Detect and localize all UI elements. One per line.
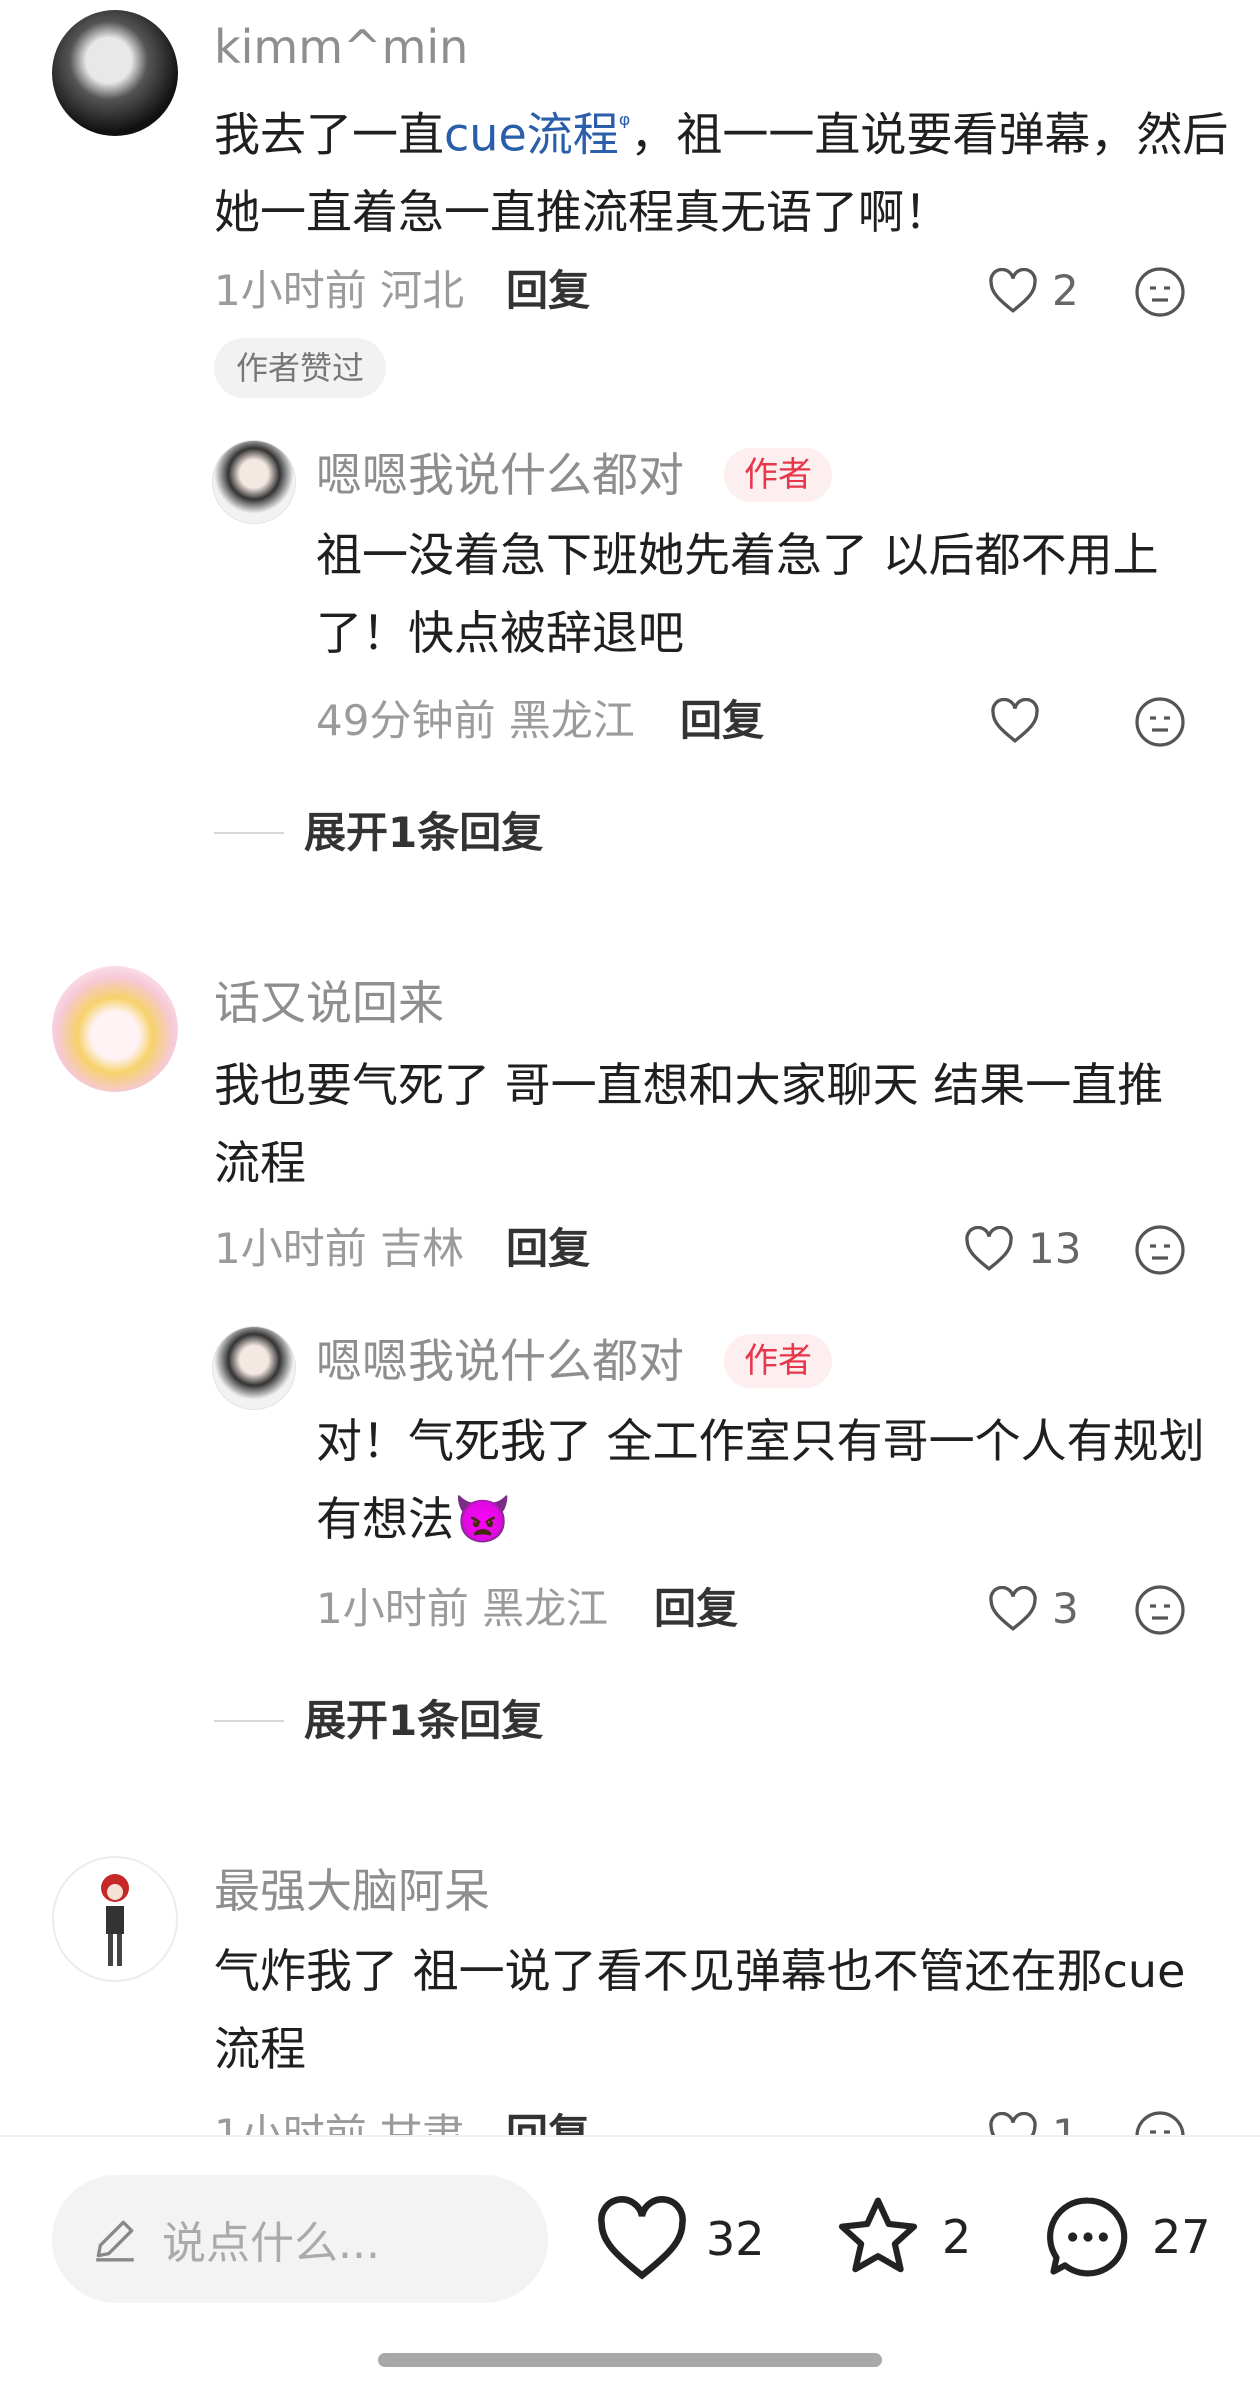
favorite-count: 2: [942, 2210, 972, 2264]
reply-text: 祖一没着急下班她先着急了 以后都不用上了！快点被辞退吧: [316, 528, 1159, 660]
reply-text: 对！气死我了 全工作室只有哥一个人有规划有想法👿: [316, 1414, 1205, 1546]
comment-time-location: 1小时前 河北: [214, 266, 465, 315]
like-post-button[interactable]: 32: [596, 2195, 765, 2283]
avatar[interactable]: [52, 10, 178, 136]
divider: [214, 832, 284, 834]
like-count: 3: [1052, 1584, 1079, 1633]
like-button[interactable]: 2: [988, 266, 1079, 316]
search-icon: ᵠ: [618, 108, 631, 141]
comment-text-part: 我去了一直: [214, 107, 444, 162]
reply-username[interactable]: 嗯嗯我说什么都对: [316, 1338, 684, 1384]
expand-replies-button[interactable]: 展开1条回复: [214, 1700, 543, 1742]
comment-text: 我去了一直cue流程ᵠ，祖一一直说要看弹幕，然后她一直着急一直推流程真无语了啊！: [214, 86, 1234, 251]
comment-count: 27: [1152, 2210, 1211, 2264]
comment-time-location: 1小时前 吉林: [214, 1224, 465, 1273]
like-button[interactable]: [990, 696, 1054, 746]
like-button[interactable]: 13: [964, 1224, 1081, 1274]
input-placeholder: 说点什么...: [162, 2218, 380, 2269]
heart-icon: [991, 698, 1039, 743]
dislike-face-icon[interactable]: [1134, 696, 1186, 748]
reply-button[interactable]: 回复: [680, 700, 764, 742]
home-indicator[interactable]: [378, 2353, 882, 2367]
comment-input[interactable]: 说点什么...: [52, 2175, 548, 2303]
avatar[interactable]: [52, 966, 178, 1092]
comment-text: 气炸我了 祖一说了看不见弹幕也不管还在那cue流程: [214, 1944, 1186, 2076]
dislike-face-icon[interactable]: [1134, 266, 1186, 318]
like-button[interactable]: 3: [988, 1584, 1079, 1634]
heart-icon: [989, 268, 1037, 313]
reply-button[interactable]: 回复: [506, 1228, 590, 1270]
heart-icon: [598, 2196, 686, 2280]
author-badge: 作者: [724, 1334, 832, 1388]
avatar-drawing: [101, 1874, 129, 1966]
chat-bubble-icon: [1047, 2197, 1128, 2277]
avatar[interactable]: [52, 1856, 178, 1982]
comment-button[interactable]: 27: [1042, 2191, 1211, 2283]
like-count: 32: [706, 2212, 765, 2266]
reply-button[interactable]: 回复: [506, 270, 590, 312]
expand-label: 展开1条回复: [304, 808, 544, 857]
comment-text: 我也要气死了 哥一直想和大家聊天 结果一直推流程: [214, 1058, 1164, 1190]
heart-icon: [989, 1586, 1037, 1631]
star-icon: [838, 2197, 918, 2273]
like-count: 2: [1052, 266, 1079, 315]
expand-replies-button[interactable]: 展开1条回复: [214, 812, 543, 854]
reply-time-location: 49分钟前 黑龙江: [316, 696, 635, 745]
comment-username[interactable]: 话又说回来: [214, 980, 444, 1026]
search-link[interactable]: cue流程: [444, 107, 619, 161]
dislike-face-icon[interactable]: [1134, 1224, 1186, 1276]
avatar[interactable]: [212, 1326, 296, 1410]
comment-username[interactable]: kimm^min: [214, 24, 468, 70]
reply-time-location: 1小时前 黑龙江: [316, 1584, 609, 1633]
author-badge: 作者: [724, 448, 832, 502]
reply-button[interactable]: 回复: [654, 1588, 738, 1630]
author-liked-chip: 作者赞过: [214, 338, 387, 398]
favorite-button[interactable]: 2: [832, 2191, 971, 2283]
dislike-face-icon[interactable]: [1134, 1584, 1186, 1636]
divider: [214, 1720, 284, 1722]
pencil-icon: [96, 2220, 134, 2262]
avatar[interactable]: [212, 440, 296, 524]
comment-username[interactable]: 最强大脑阿呆: [214, 1868, 490, 1914]
like-count: 13: [1028, 1224, 1082, 1273]
expand-label: 展开1条回复: [304, 1696, 544, 1745]
heart-icon: [965, 1226, 1013, 1271]
reply-username[interactable]: 嗯嗯我说什么都对: [316, 452, 684, 498]
